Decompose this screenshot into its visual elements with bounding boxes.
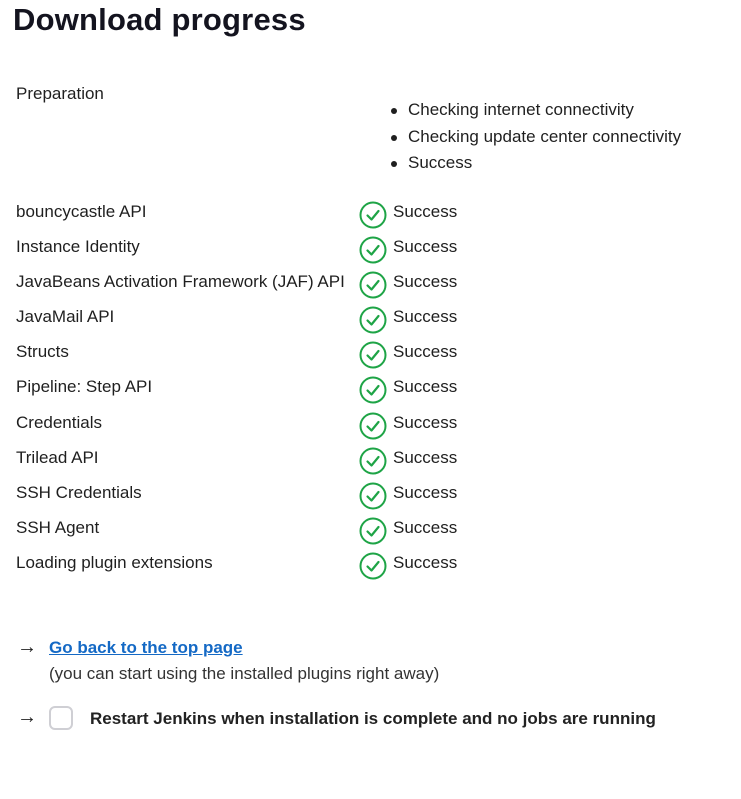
restart-label[interactable]: Restart Jenkins when installation is com… [90,709,656,729]
preparation-label: Preparation [16,84,104,103]
plugin-name: JavaMail API [16,307,115,327]
status-text: Success [393,237,458,257]
plugin-name: Pipeline: Step API [16,377,153,397]
status-text: Success [393,307,458,327]
plugin-row: SSH Agent Success [16,516,716,551]
plugin-row: Structs Success [16,340,716,375]
preparation-step: Checking update center connectivity [390,126,681,153]
arrow-right-icon: → [17,636,37,658]
check-circle-icon [359,517,387,545]
plugin-row: Pipeline: Step API Success [16,375,716,410]
plugin-name: JavaBeans Activation Framework (JAF) API [16,272,345,292]
plugin-name: Structs [16,342,69,362]
preparation-step: Checking internet connectivity [390,99,681,126]
plugin-row: bouncycastle API Success [16,200,716,235]
plugin-row: Credentials Success [16,411,716,446]
restart-checkbox[interactable] [49,706,73,730]
status-text: Success [393,342,458,362]
check-circle-icon [359,236,387,264]
check-circle-icon [359,306,387,334]
status-text: Success [393,552,458,572]
plugin-name: SSH Agent [16,517,100,537]
page-title: Download progress [13,2,306,37]
plugin-name: SSH Credentials [16,482,142,502]
plugin-name: Instance Identity [16,237,140,257]
plugin-row: Instance Identity Success [16,235,716,270]
plugin-row: JavaBeans Activation Framework (JAF) API… [16,270,716,305]
check-circle-icon [359,341,387,369]
check-circle-icon [359,412,387,440]
check-circle-icon [359,376,387,404]
check-circle-icon [359,447,387,475]
plugin-row: JavaMail API Success [16,305,716,340]
plugin-row: Loading plugin extensions Success [16,551,716,586]
top-link-hint: (you can start using the installed plugi… [49,664,440,683]
check-circle-icon [359,552,387,580]
plugin-name: Trilead API [16,447,99,467]
plugin-name: Loading plugin extensions [16,552,213,572]
status-text: Success [393,202,458,221]
check-circle-icon [359,201,387,229]
status-text: Success [393,272,458,292]
go-back-top-link[interactable]: Go back to the top page [49,638,243,658]
status-text: Success [393,447,458,467]
preparation-step: Success [390,152,681,179]
plugin-name: bouncycastle API [16,202,147,221]
check-circle-icon [359,271,387,299]
plugin-row: Trilead API Success [16,446,716,481]
preparation-steps: Checking internet connectivity Checking … [390,99,681,179]
plugin-name: Credentials [16,412,102,432]
plugin-row: SSH Credentials Success [16,481,716,516]
arrow-right-icon: → [17,706,37,728]
status-text: Success [393,482,458,502]
status-text: Success [393,377,458,397]
plugin-status-list: bouncycastle API Success Instance Identity… [16,200,716,586]
status-text: Success [393,412,458,432]
status-text: Success [393,517,458,537]
check-circle-icon [359,482,387,510]
